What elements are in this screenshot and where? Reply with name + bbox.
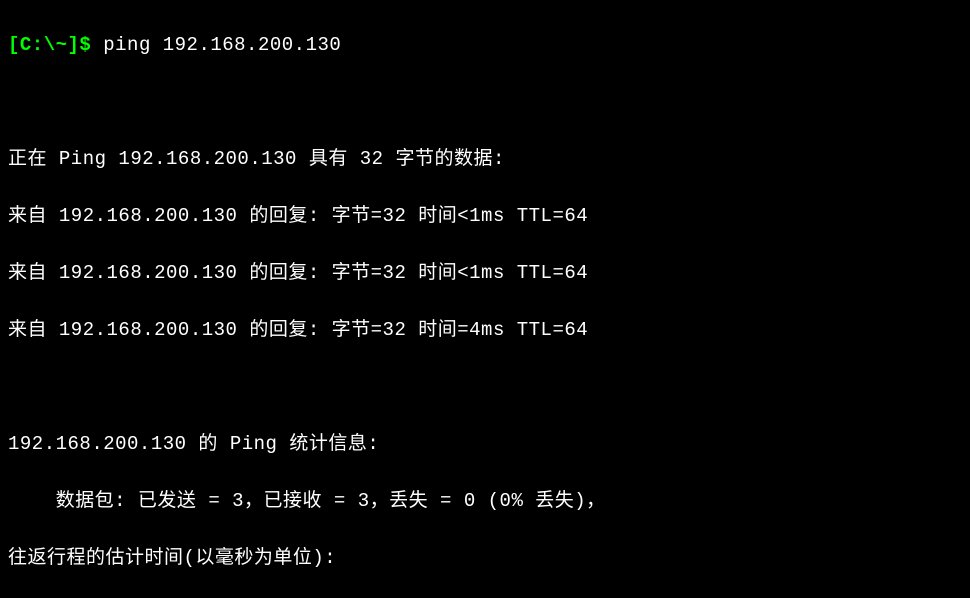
prompt-close-bracket: ] xyxy=(68,34,80,56)
ping-header-line: 正在 Ping 192.168.200.130 具有 32 字节的数据: xyxy=(8,145,962,174)
prompt-open-bracket: [ xyxy=(8,34,20,56)
ping-stats-header: 192.168.200.130 的 Ping 统计信息: xyxy=(8,430,962,459)
prompt-path: C:\~ xyxy=(20,34,68,56)
ping-packets-line: 数据包: 已发送 = 3，已接收 = 3，丢失 = 0 (0% 丢失)， xyxy=(8,487,962,516)
ping-command: ping 192.168.200.130 xyxy=(103,34,341,56)
ping-rtt-header: 往返行程的估计时间(以毫秒为单位): xyxy=(8,544,962,573)
blank-line xyxy=(8,88,962,117)
command-text xyxy=(91,34,103,56)
prompt-dollar: $ xyxy=(79,34,91,56)
ping-reply-line: 来自 192.168.200.130 的回复: 字节=32 时间<1ms TTL… xyxy=(8,259,962,288)
ping-reply-line: 来自 192.168.200.130 的回复: 字节=32 时间<1ms TTL… xyxy=(8,202,962,231)
command-line-1: [C:\~]$ ping 192.168.200.130 xyxy=(8,31,962,60)
ping-reply-line: 来自 192.168.200.130 的回复: 字节=32 时间=4ms TTL… xyxy=(8,316,962,345)
terminal-window[interactable]: [C:\~]$ ping 192.168.200.130 正在 Ping 192… xyxy=(0,0,970,598)
blank-line xyxy=(8,373,962,402)
